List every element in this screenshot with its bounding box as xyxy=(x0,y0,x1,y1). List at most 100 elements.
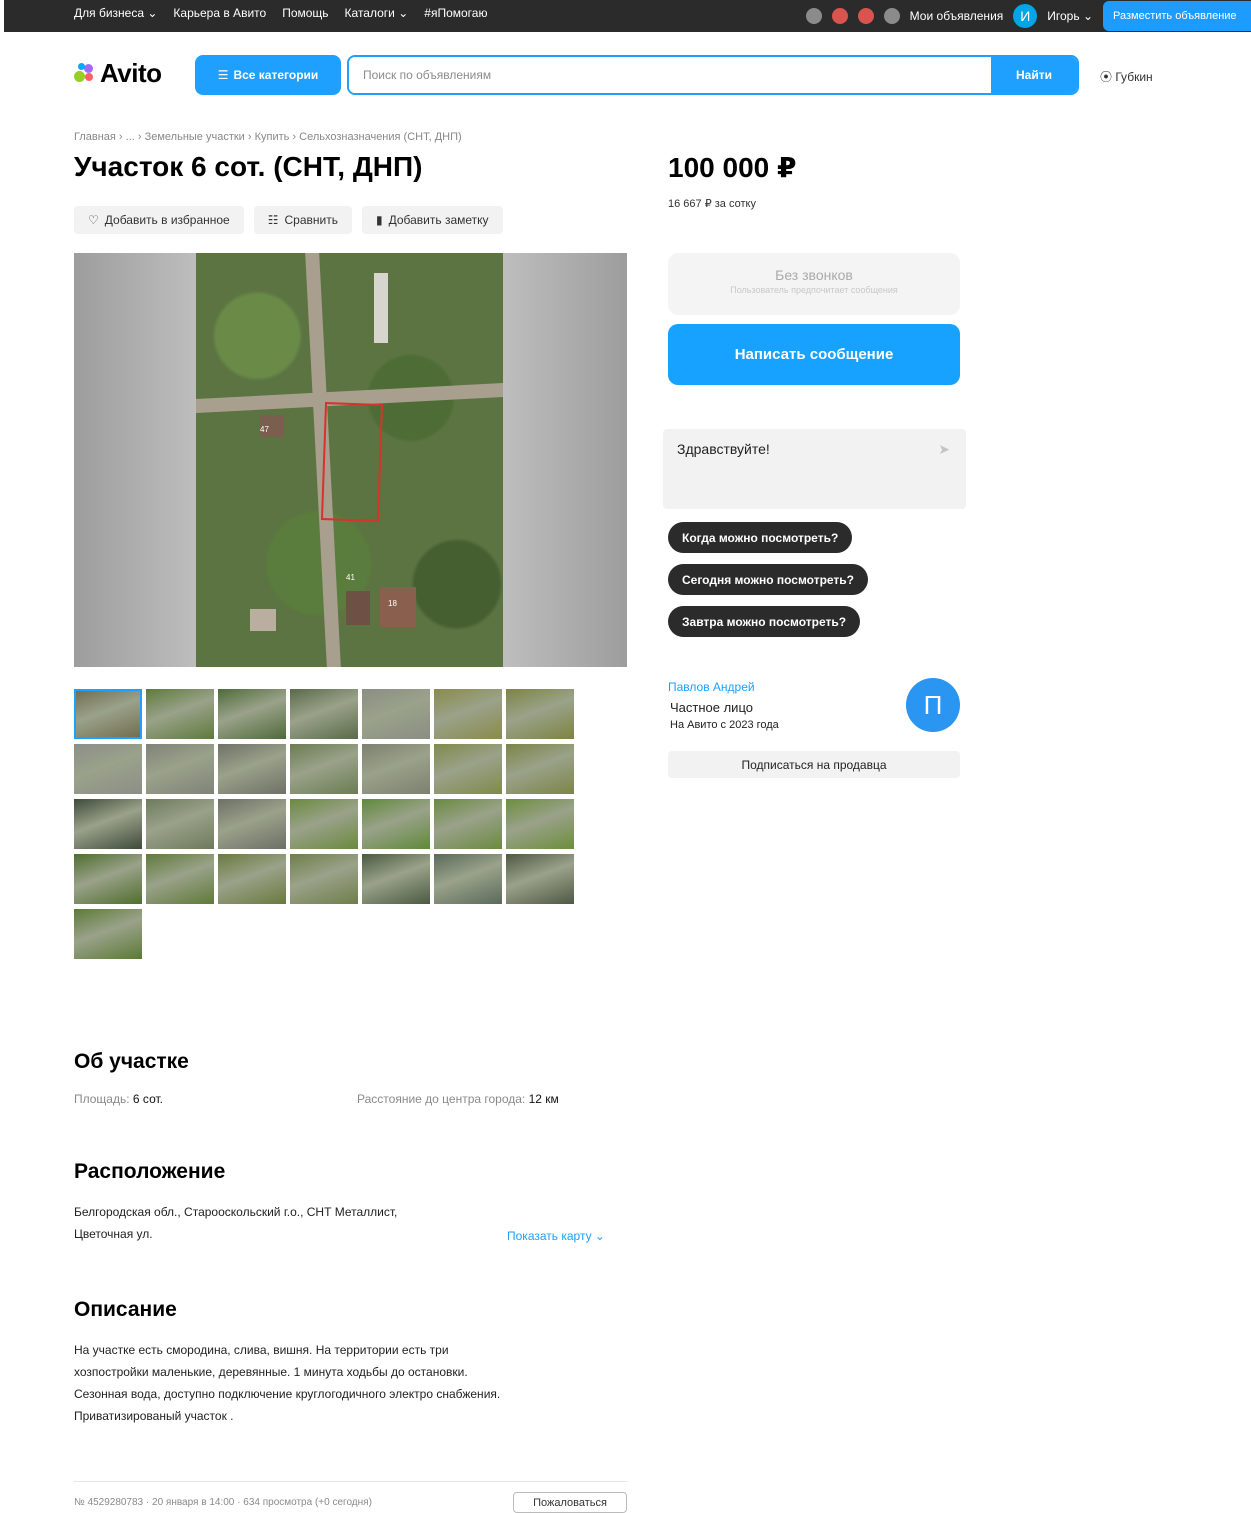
divider xyxy=(74,1481,627,1482)
house-shape xyxy=(374,273,388,343)
photo-thumbnail[interactable] xyxy=(146,744,214,794)
seller-type: Частное лицо xyxy=(670,700,753,715)
add-favorite-button[interactable]: ♡ Добавить в избранное xyxy=(74,206,244,234)
notifications-icon[interactable] xyxy=(831,8,848,24)
photo-thumbnail[interactable] xyxy=(290,689,358,739)
photo-thumbnail[interactable] xyxy=(290,854,358,904)
heart-icon: ♡ xyxy=(88,213,99,227)
photo-thumbnail[interactable] xyxy=(74,799,142,849)
avito-logo[interactable]: Avito xyxy=(74,58,162,89)
photo-thumbnail[interactable] xyxy=(362,854,430,904)
description-line: хозпостройки маленькие, деревянные. 1 ми… xyxy=(74,1365,468,1379)
area-value: 6 сот. xyxy=(132,1092,163,1106)
my-ads-link[interactable]: Мои объявления xyxy=(910,9,1004,23)
photo-thumbnail[interactable] xyxy=(146,799,214,849)
photo-thumbnail[interactable] xyxy=(506,744,574,794)
no-calls-title: Без звонков xyxy=(775,267,853,283)
price: 100 000 ₽ xyxy=(668,152,797,183)
quick-question-button[interactable]: Сегодня можно посмотреть? xyxy=(668,564,869,595)
photo-thumbnail[interactable] xyxy=(218,744,286,794)
main-photo[interactable]: 47 41 18 xyxy=(74,253,627,667)
send-icon[interactable]: ➤ xyxy=(938,441,950,458)
logo-text: Avito xyxy=(100,58,162,88)
categories-icon: ☰ xyxy=(217,68,229,82)
city-selector[interactable]: ⦿ Губкин xyxy=(1100,68,1153,85)
photo-thumbnail[interactable] xyxy=(506,799,574,849)
no-calls-notice: Без звонков Пользователь предпочитает со… xyxy=(668,253,960,315)
cart-icon[interactable] xyxy=(883,8,900,24)
chat-box[interactable]: Здравствуйте! ➤ xyxy=(663,429,966,509)
photo-thumbnail[interactable] xyxy=(362,799,430,849)
favorites-icon[interactable] xyxy=(805,8,822,24)
description-line: Сезонная вода, доступно подключение круг… xyxy=(74,1387,501,1401)
user-menu[interactable]: Игорь ⌄ xyxy=(1047,9,1093,23)
add-favorite-label: Добавить в избранное xyxy=(104,213,230,227)
description-heading: Описание xyxy=(74,1298,177,1321)
show-map-link[interactable]: Показать карту ⌄ xyxy=(507,1229,605,1243)
photo-thumbnail[interactable] xyxy=(290,799,358,849)
nav-help[interactable]: Помощь xyxy=(282,6,328,20)
no-calls-subtitle: Пользователь предпочитает сообщения xyxy=(730,285,898,295)
photo-thumbnail[interactable] xyxy=(434,744,502,794)
report-button[interactable]: Пожаловаться xyxy=(513,1492,627,1513)
house-shape xyxy=(250,609,276,631)
photo-thumbnail[interactable] xyxy=(74,854,142,904)
add-note-label: Добавить заметку xyxy=(388,213,489,227)
photo-thumbnail[interactable] xyxy=(506,854,574,904)
address-line: Цветочная ул. xyxy=(74,1227,153,1241)
photo-thumbnail[interactable] xyxy=(218,799,286,849)
photo-thumbnail[interactable] xyxy=(362,744,430,794)
photo-thumbnail[interactable] xyxy=(218,689,286,739)
distance-value: 12 км xyxy=(528,1092,559,1106)
nav-career[interactable]: Карьера в Авито xyxy=(173,6,266,20)
top-right: Мои объявления И Игорь ⌄ Разместить объя… xyxy=(805,0,1251,32)
post-ad-button[interactable]: Разместить объявление xyxy=(1103,1,1251,31)
photo-thumbnail[interactable] xyxy=(290,744,358,794)
quick-question-button[interactable]: Когда можно посмотреть? xyxy=(668,522,853,553)
seller-avatar[interactable]: П xyxy=(906,678,960,732)
photo-thumbnail[interactable] xyxy=(74,744,142,794)
photo-thumbnail[interactable] xyxy=(434,854,502,904)
compare-button[interactable]: ☷ Сравнить xyxy=(253,206,352,234)
about-heading: Об участке xyxy=(74,1050,189,1073)
listing-meta: № 4529280783 · 20 января в 14:00 · 634 п… xyxy=(74,1497,372,1508)
distance-property: Расстояние до центра города: 12 км xyxy=(357,1092,559,1106)
nav-business[interactable]: Для бизнеса ⌄ xyxy=(74,6,157,20)
photo-thumbnail[interactable] xyxy=(434,799,502,849)
photo-thumbnail[interactable] xyxy=(74,689,142,739)
seller-name-link[interactable]: Павлов Андрей xyxy=(668,680,755,694)
top-nav: Для бизнеса ⌄ Карьера в Авито Помощь Кат… xyxy=(74,6,487,20)
search-input[interactable] xyxy=(349,57,991,93)
photo-thumbnail[interactable] xyxy=(146,854,214,904)
add-note-button[interactable]: ▮ Добавить заметку xyxy=(361,206,503,234)
search-button[interactable]: Найти xyxy=(991,57,1077,93)
chat-text: Здравствуйте! xyxy=(677,441,770,457)
photo-thumbnail[interactable] xyxy=(74,909,142,959)
area-property: Площадь: 6 сот. xyxy=(74,1092,163,1106)
compare-icon: ☷ xyxy=(267,213,279,227)
price-per-unit: 16 667 ₽ за сотку xyxy=(668,198,756,210)
messages-icon[interactable] xyxy=(857,8,874,24)
photo-thumbnail[interactable] xyxy=(434,689,502,739)
photo-thumbnail[interactable] xyxy=(506,689,574,739)
nav-ihelp[interactable]: #яПомогаю xyxy=(424,6,487,20)
area-label: Площадь: xyxy=(74,1092,130,1106)
location-heading: Расположение xyxy=(74,1160,226,1183)
write-message-button[interactable]: Написать сообщение xyxy=(668,324,960,385)
photo-thumbnail[interactable] xyxy=(218,854,286,904)
house-number-label: 47 xyxy=(260,425,269,434)
thumbnail-grid xyxy=(74,689,574,959)
quick-question-button[interactable]: Завтра можно посмотреть? xyxy=(668,606,861,637)
subscribe-button[interactable]: Подписаться на продавца xyxy=(668,751,960,778)
user-avatar[interactable]: И xyxy=(1013,4,1038,28)
breadcrumb[interactable]: Главная › ... › Земельные участки › Купи… xyxy=(74,131,462,143)
photo-thumbnail[interactable] xyxy=(362,689,430,739)
house-shape xyxy=(346,591,370,625)
plot-outline xyxy=(320,402,384,522)
description-line: На участке есть смородина, слива, вишня.… xyxy=(74,1343,449,1357)
page-title: Участок 6 сот. (СНТ, ДНП) xyxy=(74,151,423,182)
all-categories-button[interactable]: ☰ Все категории xyxy=(195,55,341,95)
photo-thumbnail[interactable] xyxy=(146,689,214,739)
nav-catalogs[interactable]: Каталоги ⌄ xyxy=(345,6,409,20)
note-icon: ▮ xyxy=(375,213,383,227)
